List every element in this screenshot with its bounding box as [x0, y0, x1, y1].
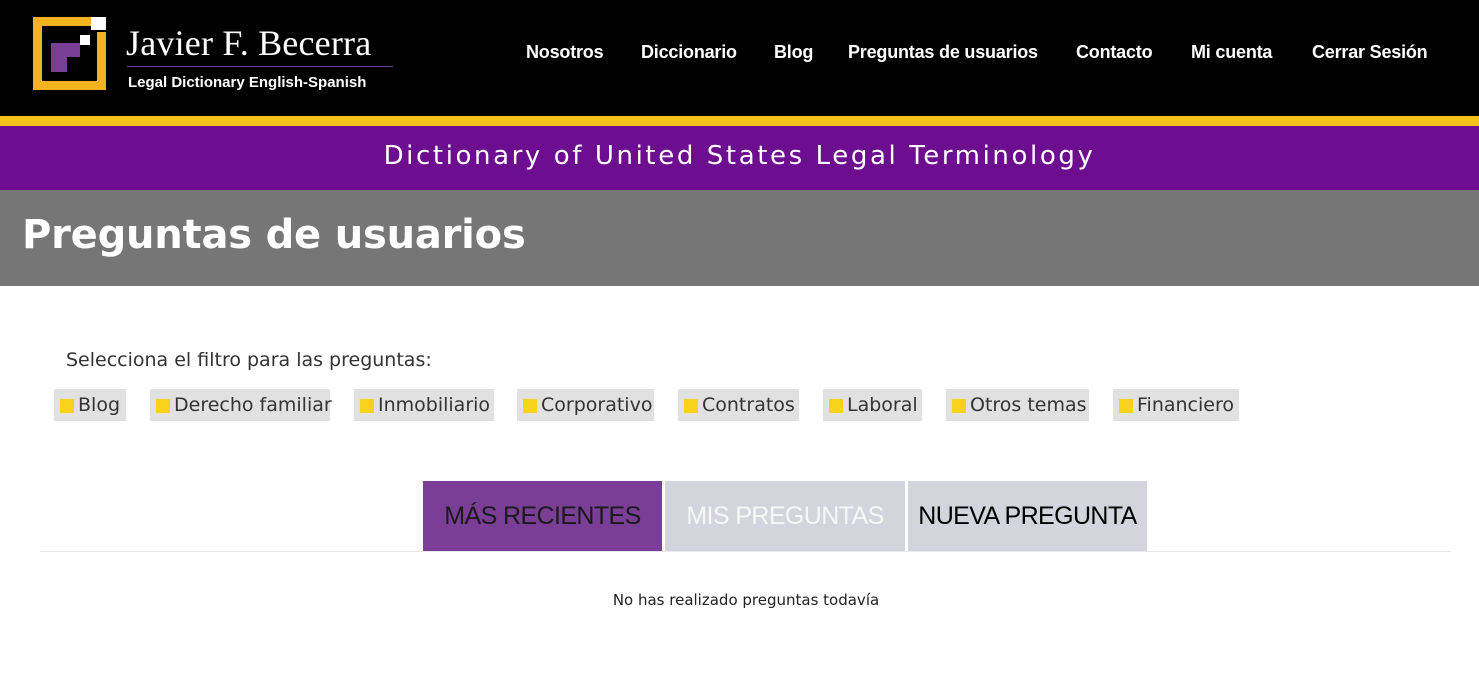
brand-name[interactable]: Javier F. Becerra — [126, 22, 371, 64]
nav-preguntas-de-usuarios[interactable]: Preguntas de usuarios — [848, 42, 1038, 63]
filter-chip-label: Inmobiliario — [378, 394, 491, 416]
dictionary-banner-title: Dictionary of United States Legal Termin… — [383, 141, 1096, 171]
tab-mis-preguntas[interactable]: MIS PREGUNTAS — [665, 481, 905, 551]
filter-chip-label: Derecho familiar — [174, 394, 332, 416]
filter-chip-financiero[interactable]: Financiero — [1113, 389, 1239, 421]
nav-mi-cuenta[interactable]: Mi cuenta — [1191, 42, 1272, 63]
nav-nosotros[interactable]: Nosotros — [526, 42, 604, 63]
tab-label: NUEVA PREGUNTA — [918, 502, 1137, 530]
site-header: Javier F. Becerra Legal Dictionary Engli… — [0, 0, 1479, 116]
filter-chip-otros-temas[interactable]: Otros temas — [946, 389, 1089, 421]
square-swatch-icon — [523, 399, 537, 413]
tab-divider — [40, 551, 1451, 552]
square-swatch-icon — [1119, 399, 1133, 413]
tab-label: MÁS RECIENTES — [444, 502, 641, 530]
square-swatch-icon — [952, 399, 966, 413]
square-swatch-icon — [60, 399, 74, 413]
page-title: Preguntas de usuarios — [22, 212, 526, 258]
tab-nueva-pregunta[interactable]: NUEVA PREGUNTA — [908, 481, 1147, 551]
tab-mas-recientes[interactable]: MÁS RECIENTES — [423, 481, 662, 551]
tab-label: MIS PREGUNTAS — [686, 502, 884, 530]
filter-chip-label: Otros temas — [970, 394, 1087, 416]
brand-tagline: Legal Dictionary English-Spanish — [128, 74, 367, 91]
filter-chip-label: Financiero — [1137, 394, 1234, 416]
filter-prompt: Selecciona el filtro para las preguntas: — [66, 349, 432, 371]
filter-chip-label: Blog — [78, 394, 120, 416]
square-swatch-icon — [829, 399, 843, 413]
filter-chip-label: Laboral — [847, 394, 918, 416]
nav-contacto[interactable]: Contacto — [1076, 42, 1153, 63]
gold-accent-stripe — [0, 116, 1479, 126]
nav-cerrar-sesion[interactable]: Cerrar Sesión — [1312, 42, 1428, 63]
filter-chip-derecho-familiar[interactable]: Derecho familiar — [150, 389, 332, 421]
filter-chip-label: Contratos — [702, 394, 795, 416]
empty-state-message: No has realizado preguntas todavía — [612, 591, 880, 609]
filter-chip-contratos[interactable]: Contratos — [678, 389, 799, 421]
filter-chip-label: Corporativo — [541, 394, 653, 416]
filter-chip-inmobiliario[interactable]: Inmobiliario — [354, 389, 494, 421]
square-swatch-icon — [156, 399, 170, 413]
nav-diccionario[interactable]: Diccionario — [641, 42, 737, 63]
filter-chip-blog[interactable]: Blog — [54, 389, 126, 421]
square-swatch-icon — [360, 399, 374, 413]
filter-chip-corporativo[interactable]: Corporativo — [517, 389, 654, 421]
brand-logo-icon[interactable] — [33, 17, 106, 90]
square-swatch-icon — [684, 399, 698, 413]
brand-divider — [127, 66, 393, 67]
filter-chip-laboral[interactable]: Laboral — [823, 389, 922, 421]
nav-blog[interactable]: Blog — [774, 42, 813, 63]
